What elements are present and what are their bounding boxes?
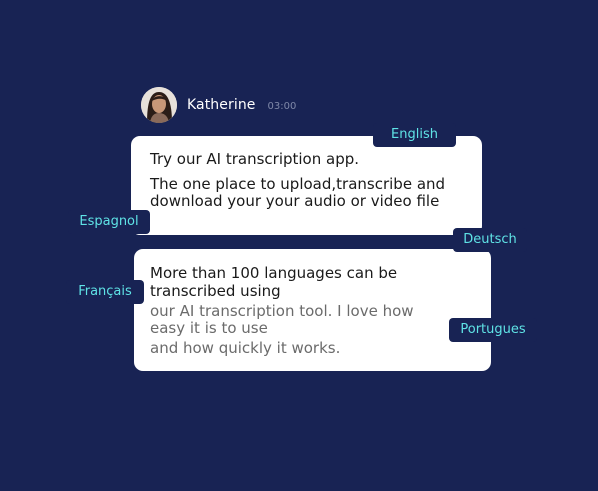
chat-stage: Katherine 03:00 Try our AI transcription…	[0, 0, 598, 491]
bubble2-line3: our AI transcription tool. I love how	[150, 302, 414, 320]
user-avatar-icon	[141, 87, 177, 123]
avatar[interactable]	[141, 87, 177, 123]
language-tag-deutsch[interactable]: Deutsch	[453, 228, 527, 252]
language-tag-portugues[interactable]: Portugues	[449, 318, 537, 342]
message-header: Katherine 03:00	[141, 87, 296, 123]
message-time: 03:00	[267, 101, 297, 112]
language-tag-espagnol[interactable]: Espagnol	[68, 210, 150, 234]
bubble2-line2: transcribed using	[150, 282, 281, 300]
language-tag-english[interactable]: English	[373, 123, 456, 147]
bubble1-line1: Try our AI transcription app.	[150, 150, 360, 168]
bubble2-line4: easy it is to use	[150, 319, 268, 337]
language-tag-francais[interactable]: Français	[66, 280, 144, 304]
bubble2-line5: and how quickly it works.	[150, 339, 341, 357]
bubble1-line3: download your your audio or video file	[150, 192, 440, 210]
bubble2-line1: More than 100 languages can be	[150, 264, 398, 282]
sender-name: Katherine	[187, 97, 256, 113]
bubble1-line2: The one place to upload,transcribe and	[150, 175, 446, 193]
